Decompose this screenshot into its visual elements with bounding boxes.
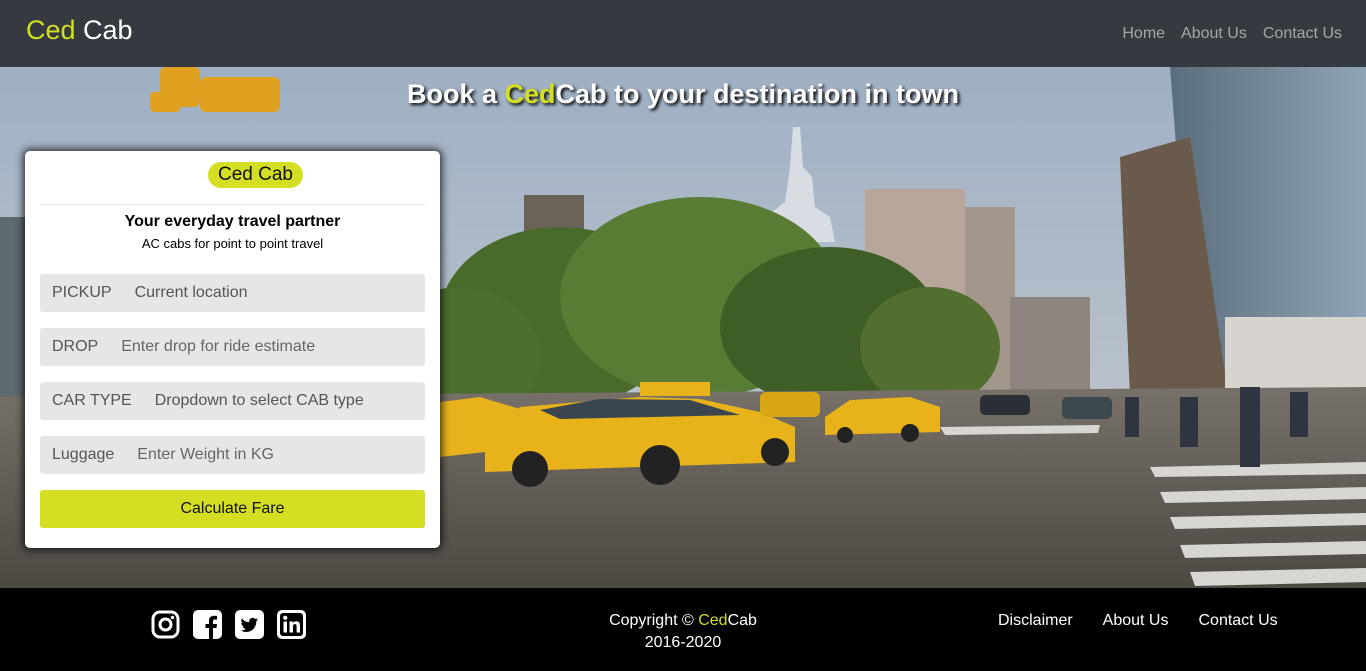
card-divider — [40, 204, 425, 205]
car-type-select-value[interactable]: Dropdown to select CAB type — [155, 392, 364, 410]
pickup-select-value[interactable]: Current location — [135, 284, 248, 302]
card-subheading: AC cabs for point to point travel — [141, 236, 324, 251]
pickup-label: PICKUP — [52, 284, 112, 301]
nav-contact-link[interactable]: Contact Us — [1263, 24, 1342, 44]
brand-accent: Ced — [26, 15, 76, 45]
hero-title-suffix: Cab to your destination in town — [555, 79, 960, 109]
hero-title-accent: Ced — [504, 79, 556, 109]
hero-title-prefix: Book a — [406, 79, 505, 109]
navbar: Ced Cab Home About Us Contact Us — [0, 0, 1366, 67]
facebook-icon[interactable] — [193, 610, 222, 639]
brand-logo[interactable]: Ced Cab — [26, 14, 133, 46]
luggage-input[interactable] — [137, 446, 358, 464]
footer-links: Disclaimer About Us Contact Us — [998, 612, 1278, 630]
booking-form-card: Ced Cab Your everyday travel partner AC … — [25, 151, 440, 548]
social-links — [151, 610, 306, 639]
copyright-years: 2016-2020 — [644, 634, 722, 651]
card-heading: Your everyday travel partner — [124, 213, 341, 230]
car-type-field[interactable]: CAR TYPE Dropdown to select CAB type — [40, 382, 425, 420]
copyright-suffix: Cab — [727, 612, 757, 629]
drop-input[interactable] — [121, 338, 342, 356]
linkedin-icon[interactable] — [277, 610, 306, 639]
instagram-icon[interactable] — [151, 610, 180, 639]
brand-rest: Cab — [75, 15, 133, 45]
drop-field[interactable]: DROP — [40, 328, 425, 366]
footer-disclaimer-link[interactable]: Disclaimer — [998, 612, 1073, 630]
luggage-field[interactable]: Luggage — [40, 436, 425, 474]
footer-contact-link[interactable]: Contact Us — [1198, 612, 1277, 630]
hero-title: Book a CedCab to your destination in tow… — [0, 79, 1366, 109]
card-badge: Ced Cab — [208, 162, 303, 188]
nav-home-link[interactable]: Home — [1122, 24, 1165, 44]
calculate-fare-button[interactable]: Calculate Fare — [40, 490, 425, 528]
footer: Copyright © CedCab 2016-2020 Disclaimer … — [0, 588, 1366, 671]
footer-about-link[interactable]: About Us — [1103, 612, 1169, 630]
drop-label: DROP — [52, 338, 99, 355]
copyright: Copyright © CedCab 2016-2020 — [583, 610, 783, 654]
nav-about-link[interactable]: About Us — [1181, 24, 1247, 44]
copyright-prefix: Copyright © — [609, 612, 699, 629]
nav-links: Home About Us Contact Us — [1122, 24, 1342, 44]
car-type-label: CAR TYPE — [52, 392, 132, 409]
luggage-label: Luggage — [52, 446, 115, 463]
twitter-icon[interactable] — [235, 610, 264, 639]
pickup-field[interactable]: PICKUP Current location — [40, 274, 425, 312]
copyright-accent: Ced — [698, 612, 728, 629]
